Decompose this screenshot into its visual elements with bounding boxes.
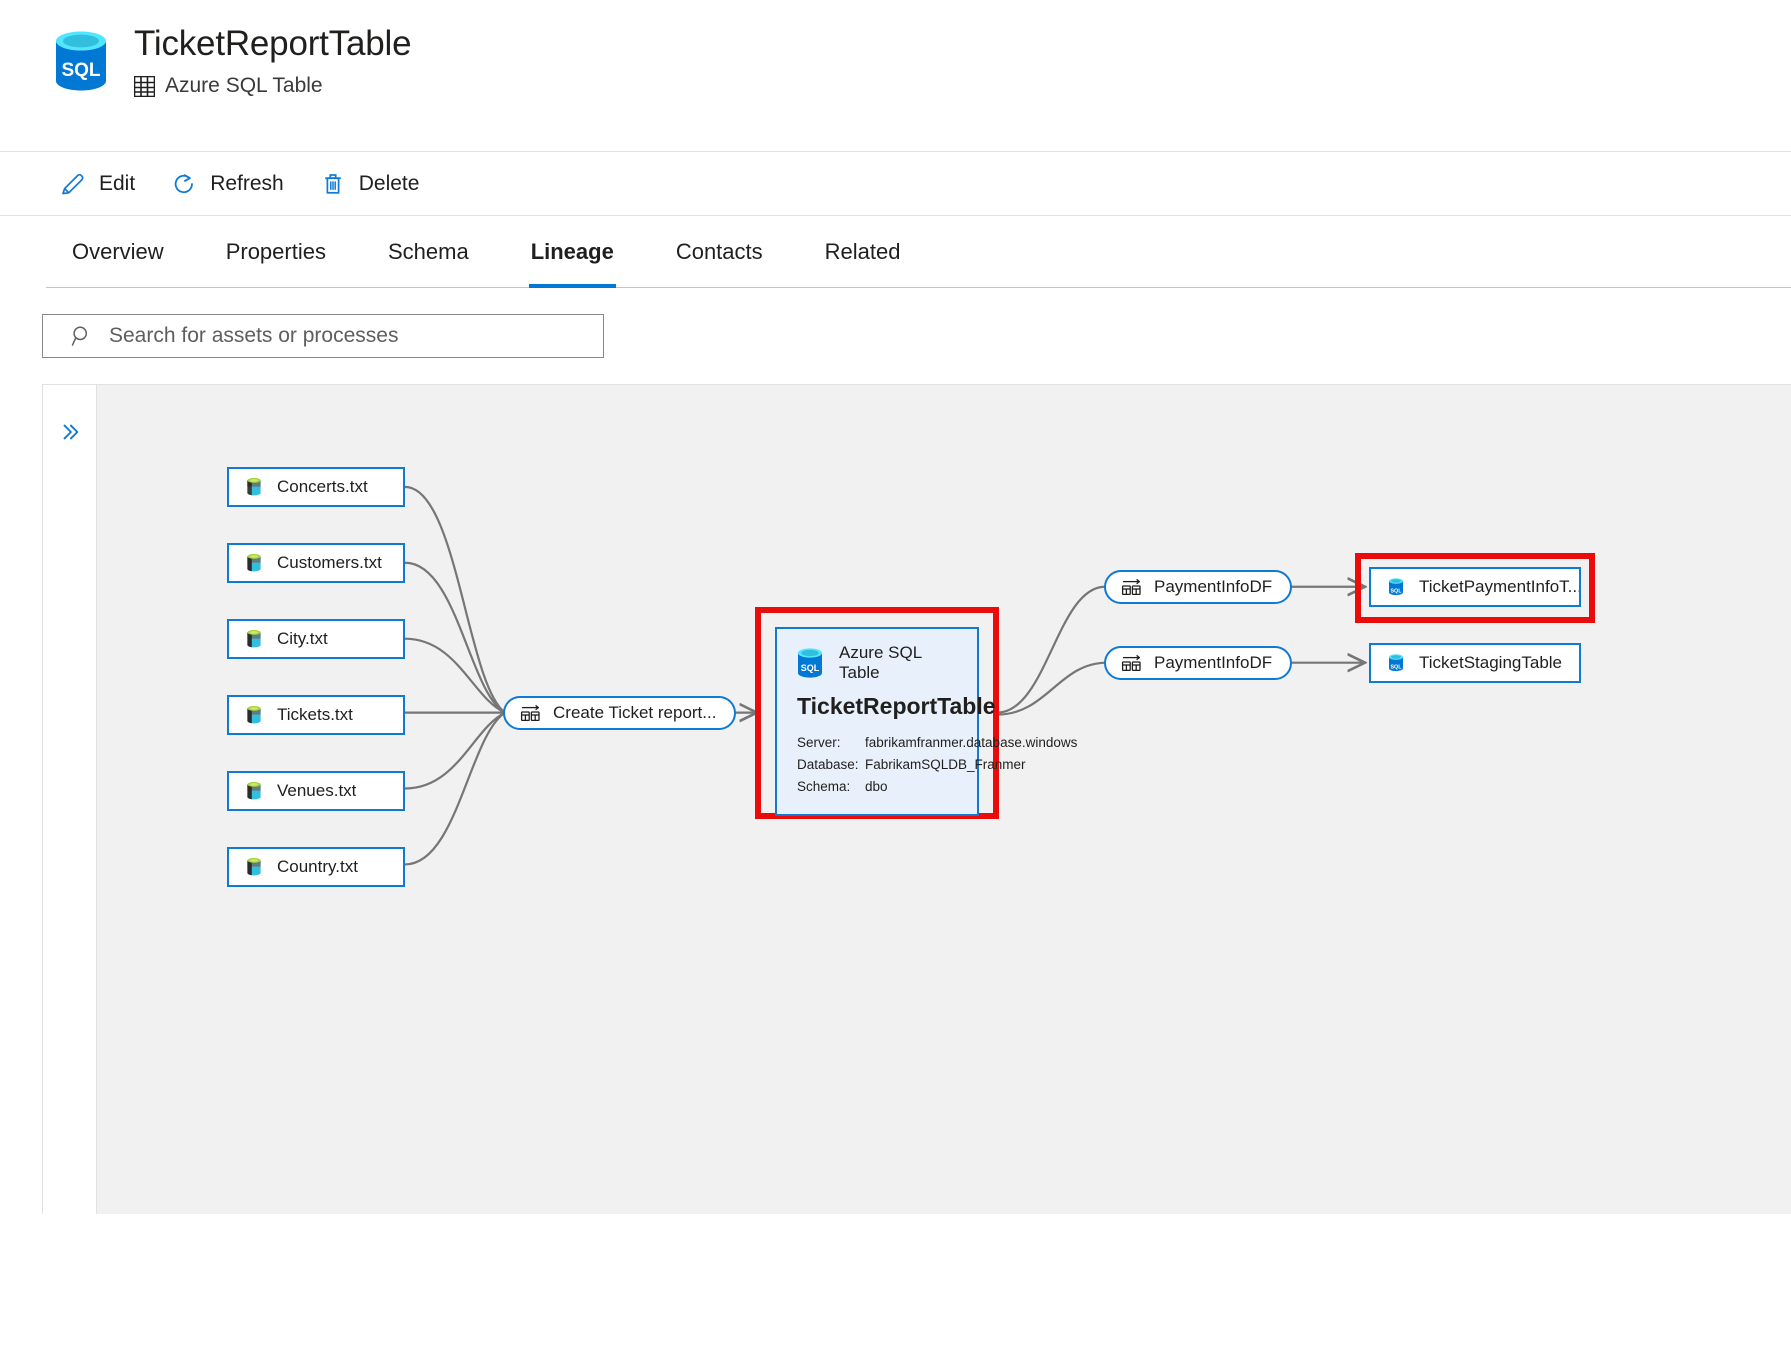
lineage-main-asset-property-row: Server: fabrikamfranmer.database.windows <box>795 732 1077 754</box>
lineage-process-node-paymentinfodf-1[interactable]: PaymentInfoDF <box>1104 570 1293 604</box>
lineage-source-node[interactable]: Venues.txt <box>227 771 405 811</box>
lineage-process-node-paymentinfodf-2[interactable]: PaymentInfoDF <box>1104 646 1293 680</box>
trash-bin-icon <box>320 171 346 197</box>
edit-button-label: Edit <box>99 171 136 195</box>
lineage-source-node[interactable]: Country.txt <box>227 847 405 887</box>
lineage-process-label: PaymentInfoDF <box>1154 653 1273 672</box>
asset-type-label: Azure SQL Table <box>165 74 323 97</box>
lineage-main-asset-type: Azure SQL Table <box>839 643 922 682</box>
tab-properties[interactable]: Properties <box>206 216 346 288</box>
property-value-server: fabrikamfranmer.database.windows <box>865 735 1078 750</box>
delete-button-label: Delete <box>358 171 420 195</box>
tab-overview-label: Overview <box>72 239 164 264</box>
lineage-source-label: City.txt <box>277 629 328 648</box>
search-box[interactable] <box>42 314 604 358</box>
lineage-target-label: TicketPaymentInfoT... <box>1419 577 1579 596</box>
lineage-source-label: Tickets.txt <box>277 705 353 724</box>
svg-text:SQL: SQL <box>61 60 100 81</box>
lineage-process-node-create-ticket-report[interactable]: Create Ticket report... <box>503 696 737 730</box>
process-transform-icon <box>1120 653 1144 673</box>
file-dataset-icon <box>243 780 265 802</box>
file-dataset-icon <box>243 628 265 650</box>
refresh-button[interactable]: Refresh <box>163 162 298 206</box>
property-key-server: Server: <box>797 735 841 750</box>
property-value-database: FabrikamSQLDB_Franmer <box>865 757 1026 772</box>
tab-related-label: Related <box>824 239 901 264</box>
lineage-source-node[interactable]: Concerts.txt <box>227 467 405 507</box>
lineage-source-node[interactable]: City.txt <box>227 619 405 659</box>
file-dataset-icon <box>243 856 265 878</box>
search-input[interactable] <box>107 323 591 349</box>
pencil-icon <box>60 171 86 197</box>
property-key-database: Database: <box>797 757 859 772</box>
process-transform-icon <box>519 703 543 723</box>
tab-schema[interactable]: Schema <box>368 216 489 288</box>
lineage-source-label: Country.txt <box>277 857 358 876</box>
tab-overview[interactable]: Overview <box>52 216 184 288</box>
command-bar: Edit Refresh Delete <box>0 152 1791 216</box>
tab-schema-label: Schema <box>387 239 469 264</box>
lineage-source-label: Concerts.txt <box>277 477 368 496</box>
edit-button[interactable]: Edit <box>52 162 149 206</box>
table-grid-icon <box>133 75 156 97</box>
property-value-schema: dbo <box>865 779 888 794</box>
azure-sql-table-icon: SQL <box>1385 576 1407 598</box>
double-chevron-right-icon[interactable] <box>53 415 87 449</box>
azure-sql-database-icon: SQL <box>795 647 825 679</box>
file-dataset-icon <box>243 704 265 726</box>
tab-properties-label: Properties <box>225 239 326 264</box>
page-header: SQL TicketReportTable Azure SQL Table <box>0 0 1791 152</box>
lineage-source-label: Venues.txt <box>277 781 357 800</box>
lineage-main-asset-property-row: Database: FabrikamSQLDB_Franmer <box>795 754 1026 776</box>
tab-contacts[interactable]: Contacts <box>656 216 783 288</box>
lineage-source-label: Customers.txt <box>277 553 382 572</box>
lineage-process-label: PaymentInfoDF <box>1154 577 1273 596</box>
lineage-side-rail <box>43 385 97 1214</box>
file-dataset-icon <box>243 476 265 498</box>
svg-text:SQL: SQL <box>1390 588 1402 594</box>
tab-bar: Overview Properties Schema Lineage Conta… <box>0 216 1791 288</box>
lineage-target-node-ticket-staging-table[interactable]: SQL TicketStagingTable <box>1369 643 1581 683</box>
tab-contacts-label: Contacts <box>675 239 763 264</box>
refresh-circular-arrow-icon <box>171 171 197 197</box>
property-key-schema: Schema: <box>797 779 851 794</box>
lineage-panel: Concerts.txt Customers.txt City.txt Tick… <box>42 384 1791 1214</box>
azure-sql-table-icon: SQL <box>1385 652 1407 674</box>
svg-text:SQL: SQL <box>801 663 820 673</box>
file-dataset-icon <box>243 552 265 574</box>
svg-text:SQL: SQL <box>1390 664 1402 670</box>
lineage-main-asset-card[interactable]: SQL Azure SQL Table TicketReportTable Se… <box>775 627 1077 816</box>
tab-lineage[interactable]: Lineage <box>511 216 634 288</box>
lineage-source-node[interactable]: Tickets.txt <box>227 695 405 735</box>
azure-sql-database-icon: SQL <box>52 30 110 92</box>
lineage-target-label: TicketStagingTable <box>1419 653 1563 672</box>
lineage-main-asset-property-row: Schema: dbo <box>795 776 961 798</box>
delete-button[interactable]: Delete <box>312 162 434 206</box>
process-transform-icon <box>1120 577 1144 597</box>
search-area <box>0 288 1791 358</box>
lineage-process-label: Create Ticket report... <box>553 703 717 722</box>
refresh-button-label: Refresh <box>210 171 284 195</box>
lineage-target-node-ticket-payment-info-table[interactable]: SQL TicketPaymentInfoT... <box>1369 567 1581 607</box>
tab-lineage-label: Lineage <box>530 239 614 264</box>
lineage-canvas[interactable]: Concerts.txt Customers.txt City.txt Tick… <box>97 385 1791 1214</box>
tab-related[interactable]: Related <box>805 216 921 288</box>
magnifier-search-icon <box>71 325 93 347</box>
lineage-source-node[interactable]: Customers.txt <box>227 543 405 583</box>
lineage-main-asset-name: TicketReportTable <box>797 693 996 719</box>
page-title: TicketReportTable <box>134 24 412 63</box>
